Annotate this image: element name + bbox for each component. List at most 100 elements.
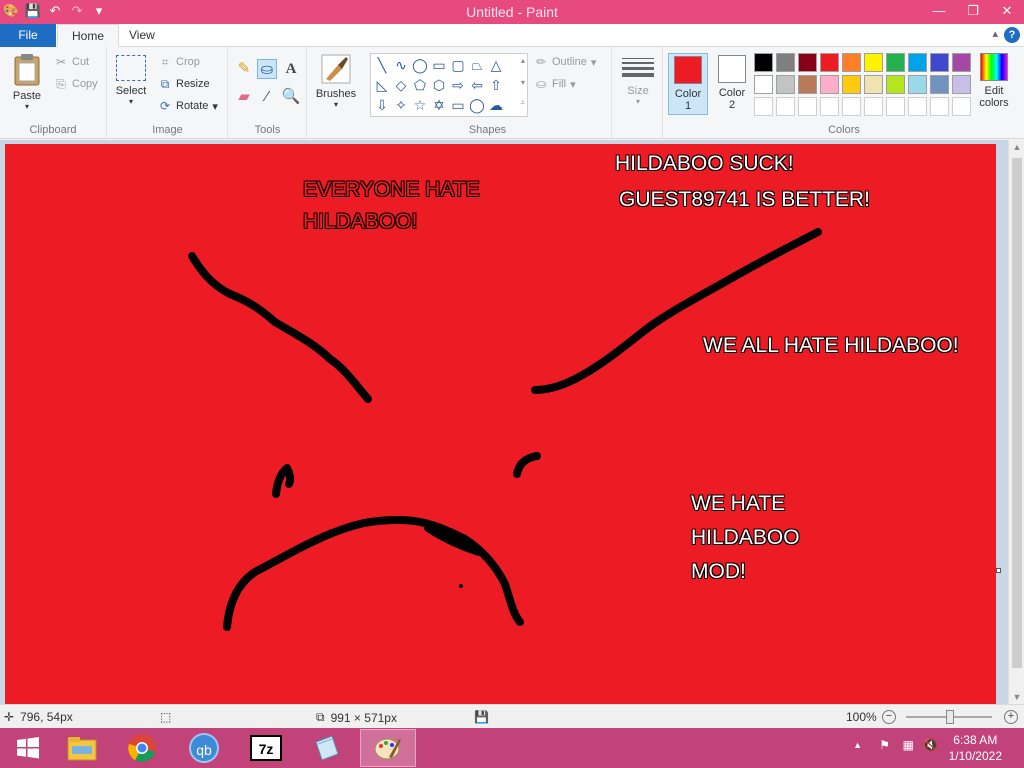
- palette-swatch[interactable]: [776, 53, 795, 72]
- palette-swatch[interactable]: [886, 53, 905, 72]
- gallery-up-icon[interactable]: ▴: [521, 56, 525, 65]
- network-icon[interactable]: ▦: [903, 738, 914, 752]
- palette-swatch[interactable]: [908, 75, 927, 94]
- palette-swatch-empty[interactable]: [864, 97, 883, 116]
- palette-swatch[interactable]: [864, 53, 883, 72]
- zoom-out-button[interactable]: −: [882, 710, 896, 724]
- palette-swatch[interactable]: [864, 75, 883, 94]
- fill-bucket-icon[interactable]: ⛀: [257, 59, 277, 79]
- clock[interactable]: 6:38 AM 1/10/2022: [949, 732, 1002, 764]
- right-arrow-shape-icon[interactable]: ⇨: [449, 76, 467, 94]
- palette-swatch[interactable]: [820, 53, 839, 72]
- palette-swatch[interactable]: [798, 75, 817, 94]
- palette-swatch[interactable]: [952, 75, 971, 94]
- taskbar-notepad[interactable]: [298, 729, 354, 767]
- outline-button[interactable]: ✏ Outline ▾: [534, 55, 596, 69]
- tab-home[interactable]: Home: [57, 24, 120, 48]
- size-button[interactable]: Size ▾: [619, 55, 657, 106]
- help-icon[interactable]: ?: [1004, 27, 1020, 43]
- curve-shape-icon[interactable]: ∿: [392, 56, 410, 74]
- taskbar-chrome[interactable]: [114, 729, 170, 767]
- six-point-star-shape-icon[interactable]: ✡: [430, 96, 448, 114]
- start-button[interactable]: [0, 729, 56, 767]
- palette-swatch-empty[interactable]: [798, 97, 817, 116]
- cut-button[interactable]: ✂ Cut: [54, 55, 89, 69]
- left-arrow-shape-icon[interactable]: ⇦: [468, 76, 486, 94]
- fill-button[interactable]: ⛀ Fill ▾: [534, 77, 576, 91]
- vertical-scrollbar[interactable]: ▲ ▼: [1008, 140, 1024, 704]
- select-button[interactable]: Select ▾: [114, 55, 148, 106]
- edit-colors-button[interactable]: Edit colors: [974, 53, 1014, 109]
- hexagon-shape-icon[interactable]: ⬡: [430, 76, 448, 94]
- palette-swatch-empty[interactable]: [820, 97, 839, 116]
- gallery-more-icon[interactable]: ⩡: [520, 98, 525, 108]
- zoom-in-button[interactable]: +: [1004, 710, 1018, 724]
- scroll-up-icon[interactable]: ▲: [1009, 142, 1024, 152]
- eraser-icon[interactable]: ▰: [234, 87, 254, 107]
- palette-swatch[interactable]: [930, 75, 949, 94]
- drawing-canvas[interactable]: EVERYONE HATE HILDABOO! HILDABOO SUCK! GUES…: [5, 144, 996, 704]
- scroll-down-icon[interactable]: ▼: [1009, 692, 1024, 702]
- taskbar-paint[interactable]: [360, 729, 416, 767]
- palette-swatch[interactable]: [754, 75, 773, 94]
- scrollbar-thumb[interactable]: [1012, 158, 1022, 668]
- oval-callout-shape-icon[interactable]: ◯: [468, 96, 486, 114]
- paste-button[interactable]: Paste ▾: [6, 53, 48, 111]
- zoom-slider-thumb[interactable]: [946, 710, 954, 724]
- volume-muted-icon[interactable]: 🔇: [923, 738, 938, 752]
- copy-button[interactable]: ⎘ Copy: [54, 77, 98, 91]
- palette-swatch[interactable]: [842, 53, 861, 72]
- magnifier-icon[interactable]: 🔍: [281, 87, 301, 107]
- up-arrow-shape-icon[interactable]: ⇧: [487, 76, 505, 94]
- palette-swatch[interactable]: [798, 53, 817, 72]
- tab-file[interactable]: File: [0, 24, 56, 47]
- pentagon-shape-icon[interactable]: ⬠: [411, 76, 429, 94]
- action-center-icon[interactable]: ⚑: [879, 738, 890, 752]
- diamond-shape-icon[interactable]: ◇: [392, 76, 410, 94]
- palette-swatch[interactable]: [820, 75, 839, 94]
- palette-swatch[interactable]: [930, 53, 949, 72]
- color1-button[interactable]: Color 1: [668, 53, 708, 115]
- taskbar-7zip[interactable]: 7z: [238, 729, 294, 767]
- right-triangle-shape-icon[interactable]: ◺: [373, 76, 391, 94]
- rounded-callout-shape-icon[interactable]: ▭: [449, 96, 467, 114]
- tab-view[interactable]: View: [115, 24, 169, 47]
- minimize-ribbon-icon[interactable]: ▴: [992, 27, 998, 40]
- palette-swatch[interactable]: [842, 75, 861, 94]
- palette-swatch[interactable]: [908, 53, 927, 72]
- polygon-shape-icon[interactable]: ⏢: [468, 56, 486, 74]
- down-arrow-shape-icon[interactable]: ⇩: [373, 96, 391, 114]
- minimize-icon[interactable]: —: [922, 0, 956, 22]
- rounded-rectangle-shape-icon[interactable]: ▢: [449, 56, 467, 74]
- five-point-star-shape-icon[interactable]: ☆: [411, 96, 429, 114]
- rotate-button[interactable]: ⟳ Rotate ▾: [158, 99, 218, 113]
- palette-swatch[interactable]: [754, 53, 773, 72]
- crop-button[interactable]: ⌗ Crop: [158, 55, 200, 69]
- four-point-star-shape-icon[interactable]: ✧: [392, 96, 410, 114]
- brushes-button[interactable]: Brushes ▾: [312, 53, 360, 109]
- taskbar-qbittorrent[interactable]: qb: [176, 729, 232, 767]
- close-icon[interactable]: ✕: [990, 0, 1024, 22]
- gallery-down-icon[interactable]: ▾: [521, 78, 525, 87]
- rectangle-shape-icon[interactable]: ▭: [430, 56, 448, 74]
- line-shape-icon[interactable]: ╲: [373, 56, 391, 74]
- oval-shape-icon[interactable]: ◯: [411, 56, 429, 74]
- palette-swatch[interactable]: [886, 75, 905, 94]
- palette-swatch-empty[interactable]: [886, 97, 905, 116]
- restore-icon[interactable]: ❐: [956, 0, 990, 22]
- color2-button[interactable]: Color 2: [712, 53, 752, 115]
- triangle-shape-icon[interactable]: △: [487, 56, 505, 74]
- cloud-callout-shape-icon[interactable]: ☁: [487, 96, 505, 114]
- taskbar-file-explorer[interactable]: [54, 729, 110, 767]
- resize-button[interactable]: ⧉ Resize: [158, 77, 210, 91]
- color-picker-icon[interactable]: ⁄: [257, 87, 277, 107]
- show-hidden-icons-icon[interactable]: ▲: [853, 740, 862, 750]
- pencil-icon[interactable]: ✎: [234, 59, 254, 79]
- text-tool-icon[interactable]: A: [281, 59, 301, 79]
- palette-swatch[interactable]: [776, 75, 795, 94]
- canvas-resize-handle[interactable]: [996, 568, 1001, 573]
- palette-swatch[interactable]: [952, 53, 971, 72]
- palette-swatch-empty[interactable]: [930, 97, 949, 116]
- palette-swatch-empty[interactable]: [952, 97, 971, 116]
- palette-swatch-empty[interactable]: [908, 97, 927, 116]
